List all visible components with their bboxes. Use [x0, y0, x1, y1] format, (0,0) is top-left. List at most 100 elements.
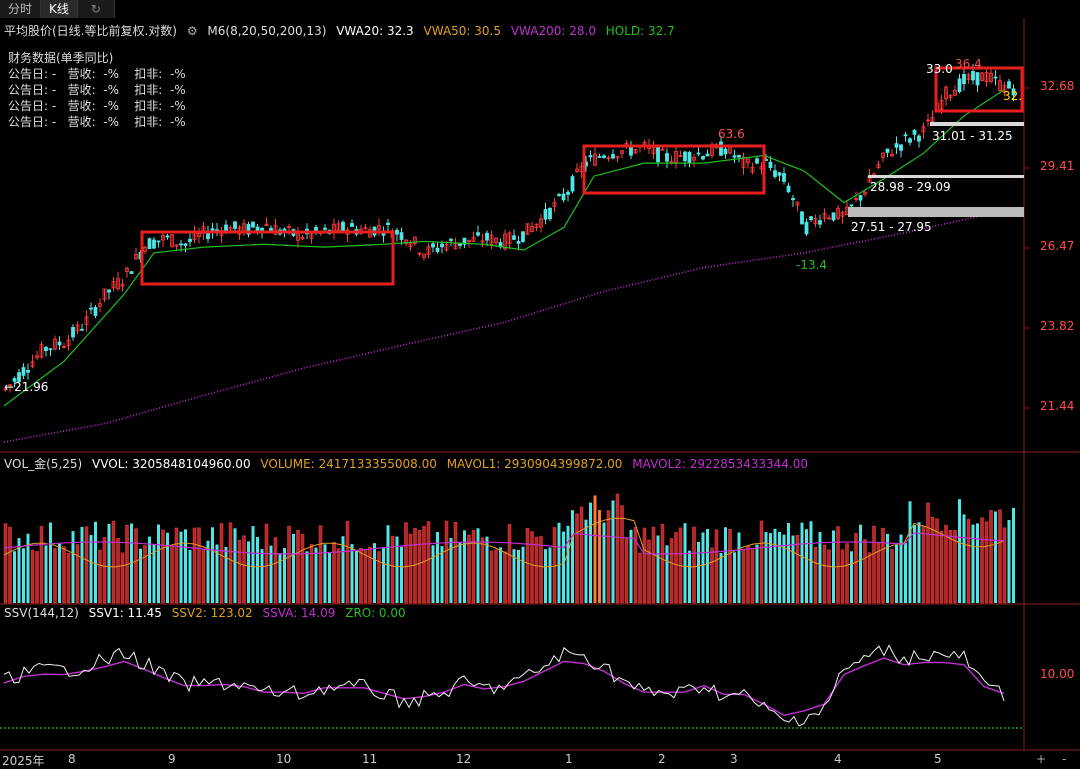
volume-bar	[904, 542, 907, 603]
y-tick-label: 21.44	[1040, 399, 1075, 413]
candle-body	[395, 229, 399, 235]
volume-bar	[89, 535, 93, 603]
volume-bar	[336, 548, 341, 604]
volume-bar	[39, 526, 44, 604]
candle-body	[894, 143, 899, 148]
volume-bar	[219, 523, 224, 604]
volume-bar	[174, 527, 179, 604]
volume-bar	[692, 526, 696, 604]
volume-bar	[373, 543, 376, 603]
ssv1-value: SSV1: 11.45	[88, 606, 162, 620]
volume-bar	[94, 521, 97, 603]
volume-bar	[913, 525, 916, 603]
candle-body	[440, 243, 444, 248]
volume-bar	[426, 521, 431, 604]
zoom-in-button[interactable]: +	[1036, 752, 1046, 766]
volume-bar	[890, 548, 894, 604]
candle-body	[152, 239, 156, 249]
volume-bar	[840, 549, 845, 604]
volume-bar	[966, 519, 971, 604]
x-tick-label: 3	[730, 752, 738, 766]
candle-body	[156, 240, 161, 243]
x-tick-label: 8	[68, 752, 76, 766]
volume-bar	[737, 532, 741, 603]
volume-bar	[620, 505, 624, 604]
candle-body	[386, 222, 390, 225]
candle-body	[26, 370, 30, 373]
volume-bar	[30, 549, 35, 604]
volume-bar	[251, 526, 255, 603]
candle-body	[849, 204, 854, 207]
volume-bar	[562, 531, 565, 603]
volume-bar	[300, 533, 305, 604]
candle-body	[1007, 81, 1011, 89]
highlight-box	[582, 144, 766, 195]
candle-body	[341, 221, 345, 231]
candle-body	[818, 220, 822, 225]
volume-bar	[791, 535, 795, 603]
volume-bar	[719, 552, 723, 603]
volume-bar	[674, 532, 678, 604]
volume-bar	[895, 544, 898, 603]
volume-bar	[247, 541, 250, 603]
candle-body	[786, 185, 791, 193]
candle-body	[800, 211, 804, 225]
volume-bar	[939, 531, 944, 604]
volume-bar	[1007, 520, 1011, 603]
volume-bar	[539, 536, 543, 604]
volume-bar	[8, 526, 12, 604]
volume-bar	[228, 522, 233, 604]
volume-bar	[701, 532, 705, 603]
volume-bar	[602, 522, 606, 603]
current-price-tag: 32.	[1003, 89, 1023, 103]
volume-bar	[44, 545, 48, 603]
kline-chart[interactable]	[0, 0, 1080, 766]
volume-bar	[809, 521, 813, 603]
candle-body	[777, 172, 782, 176]
volume-bar	[850, 551, 853, 603]
candle-body	[80, 328, 84, 331]
x-tick-label: 2	[658, 752, 666, 766]
volume-bar	[575, 513, 579, 604]
candle-body	[449, 238, 453, 241]
volume-bar	[544, 549, 547, 603]
volume-bar	[800, 522, 804, 603]
candle-body	[971, 71, 975, 81]
candle-body	[188, 238, 192, 243]
volume-bar	[201, 548, 206, 604]
volume-bar	[733, 552, 736, 603]
volume-bar	[53, 548, 57, 604]
candle-body	[719, 141, 723, 156]
volume-bar	[651, 526, 656, 604]
volume-bar	[976, 523, 979, 603]
volume-bar	[152, 544, 156, 603]
volume-title[interactable]: VOL_金(5,25)	[4, 457, 82, 471]
ssv-y-label: 10.00	[1040, 667, 1075, 681]
volume-bar	[107, 523, 111, 603]
candle-body	[809, 216, 813, 221]
start-low-label: ←21.96	[4, 380, 49, 394]
candle-body	[179, 243, 183, 246]
volume-legend: VOL_金(5,25) VVOL: 3205848104960.00 VOLUM…	[4, 455, 814, 472]
candle-body	[858, 195, 863, 201]
zoom-out-button[interactable]: -	[1062, 752, 1066, 766]
volume-bar	[139, 548, 142, 603]
ssv-title[interactable]: SSV(144,12)	[4, 606, 79, 620]
candle-body	[512, 235, 516, 240]
volume-bar	[813, 546, 818, 604]
candle-body	[791, 198, 795, 201]
volume-bar	[377, 551, 381, 604]
volume-bar	[642, 527, 647, 604]
candle-body	[723, 148, 728, 155]
candle-body	[476, 232, 480, 236]
feb-high-label: 63.6	[718, 127, 745, 141]
candle-body	[543, 209, 548, 220]
candle-body	[975, 72, 980, 86]
volume-bar	[458, 542, 462, 603]
candle-body	[566, 191, 570, 195]
volume-bar	[363, 549, 368, 604]
x-tick-label: 5	[934, 752, 942, 766]
candle-body	[570, 176, 575, 192]
volume-bar	[503, 551, 507, 604]
mar-low-label: -13.4	[796, 258, 828, 272]
